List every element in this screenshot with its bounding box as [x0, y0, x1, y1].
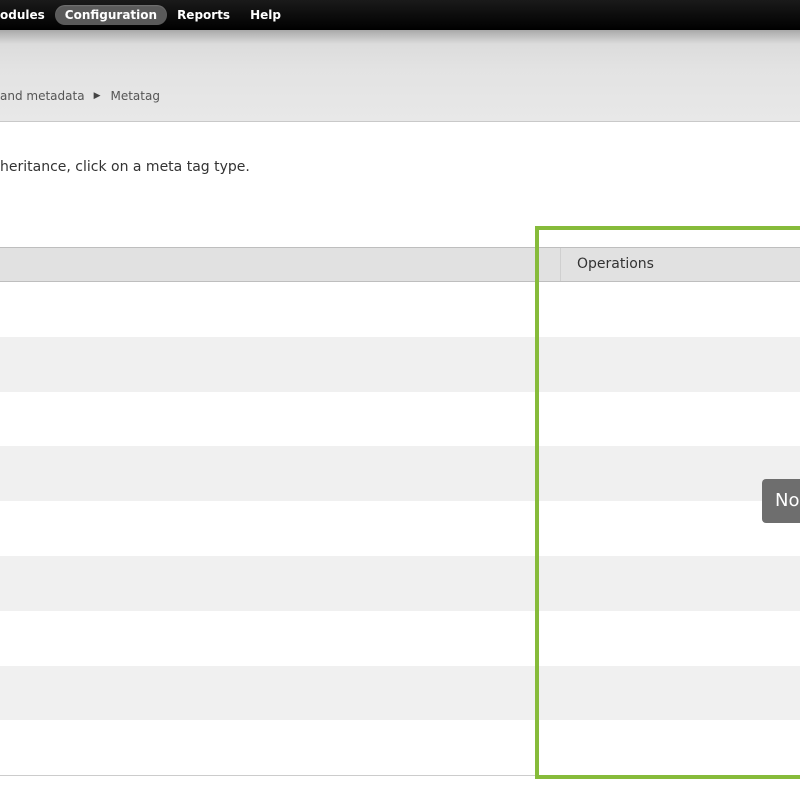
breadcrumb-item-search-metadata[interactable]: and metadata: [0, 89, 85, 103]
page-header: and metadata ▶ Metatag: [0, 30, 800, 122]
toolbar-item-modules[interactable]: odules: [0, 5, 55, 25]
breadcrumb-item-metatag[interactable]: Metatag: [110, 89, 159, 103]
breadcrumb-separator-icon: ▶: [93, 91, 101, 101]
admin-toolbar: odules Configuration Reports Help: [0, 0, 800, 30]
tooltip: No: [762, 479, 800, 523]
breadcrumb: and metadata ▶ Metatag: [0, 89, 160, 103]
toolbar-item-help[interactable]: Help: [240, 5, 291, 25]
toolbar-item-configuration[interactable]: Configuration: [54, 5, 168, 25]
help-text: heritance, click on a meta tag type.: [0, 159, 250, 175]
toolbar-item-reports[interactable]: Reports: [167, 5, 240, 25]
operations-column-highlight: [535, 226, 800, 779]
